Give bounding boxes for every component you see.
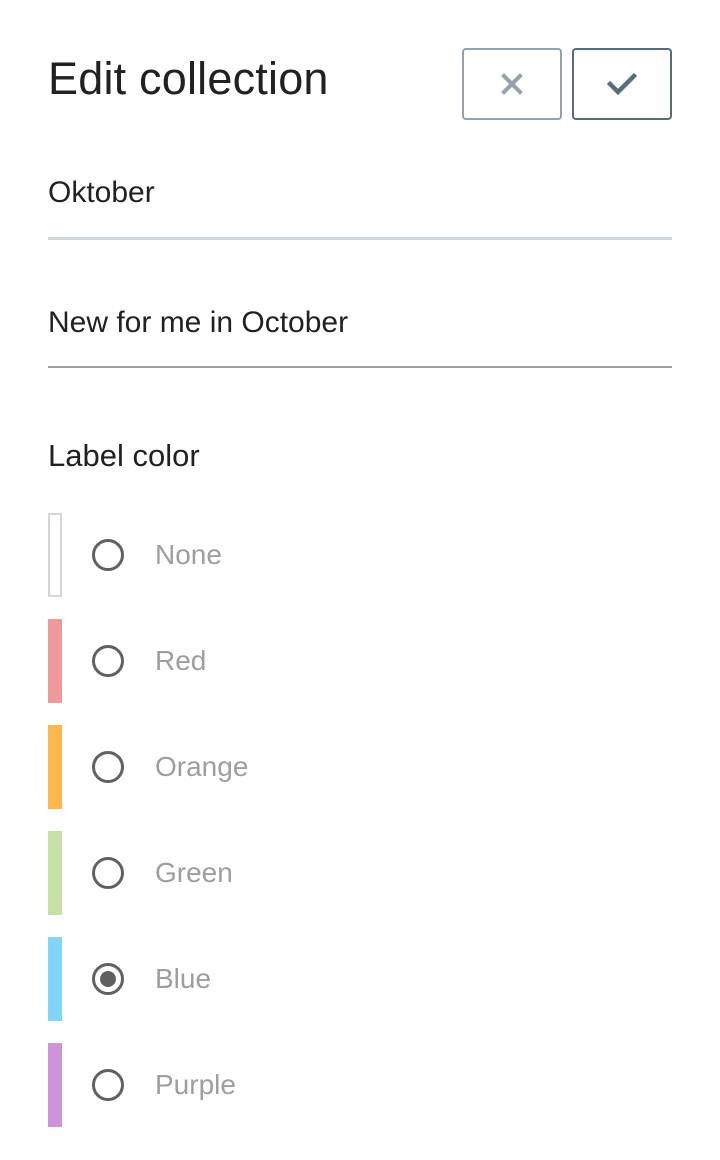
color-option-label: Blue bbox=[155, 963, 212, 994]
color-option-label: Purple bbox=[155, 1069, 236, 1100]
collection-description-field[interactable]: New for me in October bbox=[48, 290, 672, 368]
check-icon bbox=[607, 72, 637, 96]
color-option-label: None bbox=[155, 539, 222, 570]
radio-button[interactable] bbox=[92, 857, 124, 889]
radio-button[interactable] bbox=[92, 645, 124, 677]
save-button[interactable] bbox=[572, 48, 672, 120]
color-swatch bbox=[48, 937, 62, 1021]
color-option-red[interactable]: Red bbox=[48, 619, 672, 703]
page-title: Edit collection bbox=[48, 53, 329, 104]
color-option-label: Green bbox=[155, 857, 233, 888]
collection-name-value: Oktober bbox=[48, 176, 155, 209]
color-option-label: Red bbox=[155, 645, 207, 676]
collection-name-field[interactable]: Oktober bbox=[48, 160, 672, 240]
color-option-purple[interactable]: Purple bbox=[48, 1043, 672, 1127]
label-color-options: None Red Orange Green Blue Purple bbox=[48, 513, 672, 1149]
color-swatch bbox=[48, 513, 62, 597]
cancel-button[interactable] bbox=[462, 48, 562, 120]
radio-button[interactable] bbox=[92, 539, 124, 571]
color-swatch bbox=[48, 725, 62, 809]
color-swatch bbox=[48, 831, 62, 915]
color-option-blue[interactable]: Blue bbox=[48, 937, 672, 1021]
radio-button[interactable] bbox=[92, 751, 124, 783]
label-color-heading: Label color bbox=[48, 438, 200, 473]
color-swatch bbox=[48, 619, 62, 703]
radio-button[interactable] bbox=[92, 963, 124, 995]
color-swatch bbox=[48, 1043, 62, 1127]
collection-description-value: New for me in October bbox=[48, 306, 349, 339]
close-icon bbox=[501, 73, 523, 95]
radio-button[interactable] bbox=[92, 1069, 124, 1101]
color-option-green[interactable]: Green bbox=[48, 831, 672, 915]
color-option-label: Orange bbox=[155, 751, 249, 782]
color-option-none[interactable]: None bbox=[48, 513, 672, 597]
radio-dot bbox=[100, 971, 116, 987]
color-option-orange[interactable]: Orange bbox=[48, 725, 672, 809]
